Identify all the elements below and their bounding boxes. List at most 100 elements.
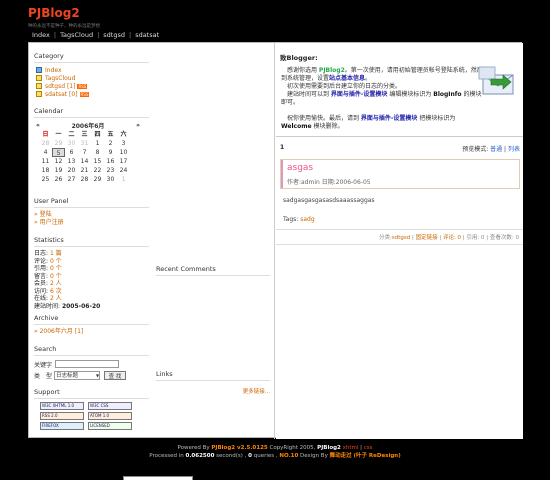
site-header: PJBlog2 种的永远不是种子，种的永远是梦想 Index | TagsClo… bbox=[0, 0, 550, 40]
statistics-row: 会员: 2 人 bbox=[34, 280, 149, 288]
firefox-badge[interactable]: FIREFOX bbox=[40, 422, 84, 430]
category-item[interactable]: sdtgsd [1] RSS bbox=[34, 82, 149, 90]
calendar-day[interactable]: 15 bbox=[91, 157, 104, 166]
permalink-link[interactable]: 固定链接 bbox=[416, 235, 438, 241]
category-link-sdtgsd[interactable]: sdtgsd bbox=[45, 83, 65, 90]
register-link[interactable]: 用户注册 bbox=[40, 219, 64, 226]
comments-link[interactable]: 评论: 0 bbox=[443, 235, 461, 241]
login-link[interactable]: 登陆 bbox=[40, 211, 52, 218]
footer-time: 0.062500 bbox=[185, 453, 215, 459]
css-badge[interactable]: W3C CSS bbox=[88, 402, 132, 410]
post-title[interactable]: asgas bbox=[287, 163, 313, 173]
calendar-day[interactable]: 20 bbox=[65, 166, 78, 175]
statistics-label: 会员: bbox=[34, 280, 50, 287]
statistics-title: Statistics bbox=[34, 236, 149, 247]
login-link-row[interactable]: » 登陆 bbox=[34, 211, 149, 219]
links-title: Links bbox=[156, 370, 270, 381]
nav-item-index[interactable]: Index bbox=[32, 31, 50, 39]
view-mode-normal-link[interactable]: 普通 bbox=[490, 146, 502, 153]
calendar-day[interactable]: 17 bbox=[117, 157, 130, 166]
post-category-label: 分类: bbox=[378, 235, 392, 241]
calendar-day[interactable]: 27 bbox=[65, 175, 78, 184]
register-link-row[interactable]: » 用户注册 bbox=[34, 219, 149, 227]
archive-item[interactable]: » 2006年六月 [1] bbox=[34, 328, 149, 336]
divider bbox=[276, 136, 523, 137]
category-item[interactable]: TagsCloud bbox=[34, 74, 149, 82]
calendar-day[interactable]: 3 bbox=[117, 139, 130, 148]
search-type-select[interactable]: 日志标题 ▼ bbox=[54, 370, 101, 380]
rss-icon[interactable]: RSS bbox=[79, 91, 90, 97]
calendar-day[interactable]: 16 bbox=[104, 157, 117, 166]
site-logo[interactable]: PJBlog2 bbox=[28, 6, 80, 20]
calendar-day[interactable]: 28 bbox=[78, 175, 91, 184]
calendar-day[interactable]: 2 bbox=[104, 139, 117, 148]
calendar-day[interactable]: 11 bbox=[39, 157, 52, 166]
mail-icon bbox=[478, 66, 514, 95]
search-input[interactable] bbox=[55, 360, 120, 368]
chevron-down-icon: ▼ bbox=[95, 372, 100, 378]
atom-badge[interactable]: ATOM 1.0 bbox=[88, 412, 132, 420]
notice-paragraph: 感谢你选用 PJBlog2。第一次使用，请用初始管理员帐号登陆系统，然后到系统管… bbox=[281, 67, 486, 83]
calendar-day[interactable]: 12 bbox=[52, 157, 65, 166]
css-link[interactable]: css bbox=[364, 445, 373, 451]
calendar-day[interactable]: 22 bbox=[91, 166, 104, 175]
calendar-day[interactable]: 6 bbox=[65, 148, 78, 157]
category-link-sdatsat[interactable]: sdatsat bbox=[45, 91, 67, 98]
calendar-day[interactable]: 8 bbox=[91, 148, 104, 157]
calendar-day[interactable]: 19 bbox=[52, 166, 65, 175]
license-badge[interactable]: LICENSED bbox=[88, 422, 132, 430]
calendar-day[interactable]: 24 bbox=[117, 166, 130, 175]
category-link-index[interactable]: Index bbox=[45, 67, 62, 74]
footer-text: second(s) , bbox=[214, 453, 249, 459]
more-links-row: 更多链接... bbox=[156, 387, 270, 395]
more-links-link[interactable]: 更多链接... bbox=[243, 389, 270, 395]
calendar-day: 1 bbox=[121, 176, 126, 183]
calendar-day[interactable]: 13 bbox=[65, 157, 78, 166]
notice-link[interactable]: 站点基本信息 bbox=[329, 75, 365, 82]
tag-link[interactable]: sadg bbox=[300, 216, 314, 223]
calendar-day[interactable]: 18 bbox=[39, 166, 52, 175]
notice-link[interactable]: 界面与插件-设置模块 bbox=[361, 115, 418, 122]
designer-link[interactable]: 舞动走过 (叶子 ReDesign) bbox=[330, 453, 401, 459]
calendar-day[interactable]: 21 bbox=[78, 166, 91, 175]
statistics-value: 2 人 bbox=[49, 295, 62, 302]
site-footer: Powered By PJBlog2 v2.5.0125 CopyRight 2… bbox=[0, 444, 550, 460]
notice-link[interactable]: 界面与插件-设置模块 bbox=[331, 91, 388, 98]
statistics-value: 2 人 bbox=[49, 280, 62, 287]
calendar-weekday: 一 bbox=[55, 131, 62, 138]
calendar-day[interactable]: 25 bbox=[39, 175, 52, 184]
views-count: 查看次数: 0 bbox=[489, 235, 519, 241]
rss-icon[interactable]: RSS bbox=[77, 83, 88, 89]
calendar-day[interactable]: 29 bbox=[91, 175, 104, 184]
nav-item-sdatsat[interactable]: sdatsat bbox=[135, 31, 159, 39]
xhtml-badge[interactable]: W3C XHTML 1.0 bbox=[40, 402, 84, 410]
category-link-tagscloud[interactable]: TagsCloud bbox=[45, 75, 75, 82]
archive-link[interactable]: 2006年六月 [1] bbox=[40, 328, 84, 335]
category-item[interactable]: Index bbox=[34, 66, 149, 74]
footer-version[interactable]: PJBlog2 v2.5.0125 bbox=[211, 445, 267, 451]
view-mode-list-link[interactable]: 列表 bbox=[508, 146, 520, 153]
calendar-day[interactable]: 9 bbox=[104, 148, 117, 157]
calendar-day[interactable]: 5 bbox=[52, 148, 65, 157]
nav-item-tagscloud[interactable]: TagsCloud bbox=[60, 31, 93, 39]
view-mode-label: 预览模式: bbox=[462, 146, 491, 153]
calendar-next-button[interactable]: » bbox=[136, 122, 140, 129]
calendar-prev-button[interactable]: « bbox=[36, 122, 40, 129]
search-button[interactable]: 查 找 bbox=[104, 370, 127, 380]
post-meta: 作者:admin 日期:2006-06-05 bbox=[287, 179, 371, 186]
calendar-day[interactable]: 26 bbox=[52, 175, 65, 184]
calendar-day[interactable]: 7 bbox=[78, 148, 91, 157]
calendar-day[interactable]: 10 bbox=[117, 148, 130, 157]
rss-badge[interactable]: RSS 2.0 bbox=[40, 412, 84, 420]
post-category-link[interactable]: sdtgsd bbox=[392, 235, 410, 241]
calendar-day[interactable]: 23 bbox=[104, 166, 117, 175]
nav-item-sdtgsd[interactable]: sdtgsd bbox=[103, 31, 125, 39]
page-number[interactable]: 1 bbox=[280, 144, 284, 153]
calendar-day[interactable]: 4 bbox=[39, 148, 52, 157]
calendar-day[interactable]: 14 bbox=[78, 157, 91, 166]
calendar-day[interactable]: 1 bbox=[91, 139, 104, 148]
top-nav: Index | TagsCloud | sdtgsd | sdatsat bbox=[32, 31, 159, 39]
calendar-day[interactable]: 30 bbox=[104, 175, 117, 184]
xhtml-link[interactable]: xhtml bbox=[341, 445, 359, 451]
category-item[interactable]: sdatsat [0] RSS bbox=[34, 90, 149, 98]
